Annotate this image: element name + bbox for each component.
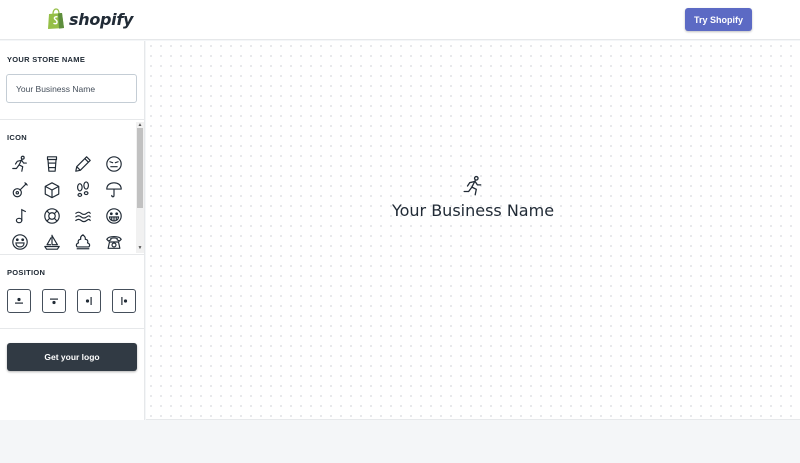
section-divider <box>0 254 145 255</box>
section-divider <box>0 119 145 120</box>
icon-bottom-layout-icon <box>50 298 58 305</box>
lifebuoy-icon[interactable] <box>41 205 63 227</box>
logo-preview: Your Business Name <box>146 175 800 220</box>
store-name-input[interactable] <box>6 74 137 103</box>
icon-right-layout-icon <box>85 297 92 305</box>
scrollbar-thumb[interactable] <box>137 128 143 208</box>
guitar-icon[interactable] <box>9 179 31 201</box>
store-name-heading: YOUR STORE NAME <box>7 55 86 64</box>
shopify-logo[interactable]: shopify <box>47 8 133 30</box>
coffee-cup-icon[interactable] <box>41 153 63 175</box>
logo-options-sidebar: YOUR STORE NAME ICON <box>0 41 145 420</box>
sailboat-icon[interactable] <box>41 231 63 253</box>
emoji-face-icon[interactable] <box>103 153 125 175</box>
rotary-phone-icon[interactable] <box>103 231 125 253</box>
top-bar: shopify Try Shopify <box>0 0 800 40</box>
position-heading: POSITION <box>7 268 46 277</box>
waves-icon[interactable] <box>72 205 94 227</box>
pencil-icon[interactable] <box>72 153 94 175</box>
scroll-down-icon[interactable]: ▼ <box>137 246 143 251</box>
preview-business-name: Your Business Name <box>391 201 555 220</box>
runner-icon <box>463 175 482 196</box>
grinning-face-icon[interactable] <box>103 205 125 227</box>
position-icon-top-button[interactable] <box>7 289 31 313</box>
brand-name: shopify <box>69 9 134 29</box>
position-icon-left-button[interactable] <box>112 289 136 313</box>
position-icon-right-button[interactable] <box>77 289 101 313</box>
box-icon[interactable] <box>41 179 63 201</box>
icon-top-layout-icon <box>15 297 23 304</box>
icon-left-layout-icon <box>121 297 128 305</box>
ice-cream-icon[interactable] <box>72 231 94 253</box>
position-icon-bottom-button[interactable] <box>42 289 66 313</box>
umbrella-icon[interactable] <box>103 179 125 201</box>
footprints-icon[interactable] <box>72 179 94 201</box>
section-divider <box>0 328 145 329</box>
get-your-logo-button[interactable]: Get your logo <box>7 343 137 371</box>
logo-preview-canvas: Your Business Name <box>146 41 800 420</box>
page-footer <box>0 421 800 463</box>
icon-heading: ICON <box>7 133 27 142</box>
smiley-face-icon[interactable] <box>9 231 31 253</box>
runner-icon[interactable] <box>9 153 31 175</box>
music-note-icon[interactable] <box>9 205 31 227</box>
shopping-bag-icon <box>48 8 64 29</box>
icon-picker-grid <box>0 148 136 253</box>
try-shopify-button[interactable]: Try Shopify <box>685 8 752 31</box>
